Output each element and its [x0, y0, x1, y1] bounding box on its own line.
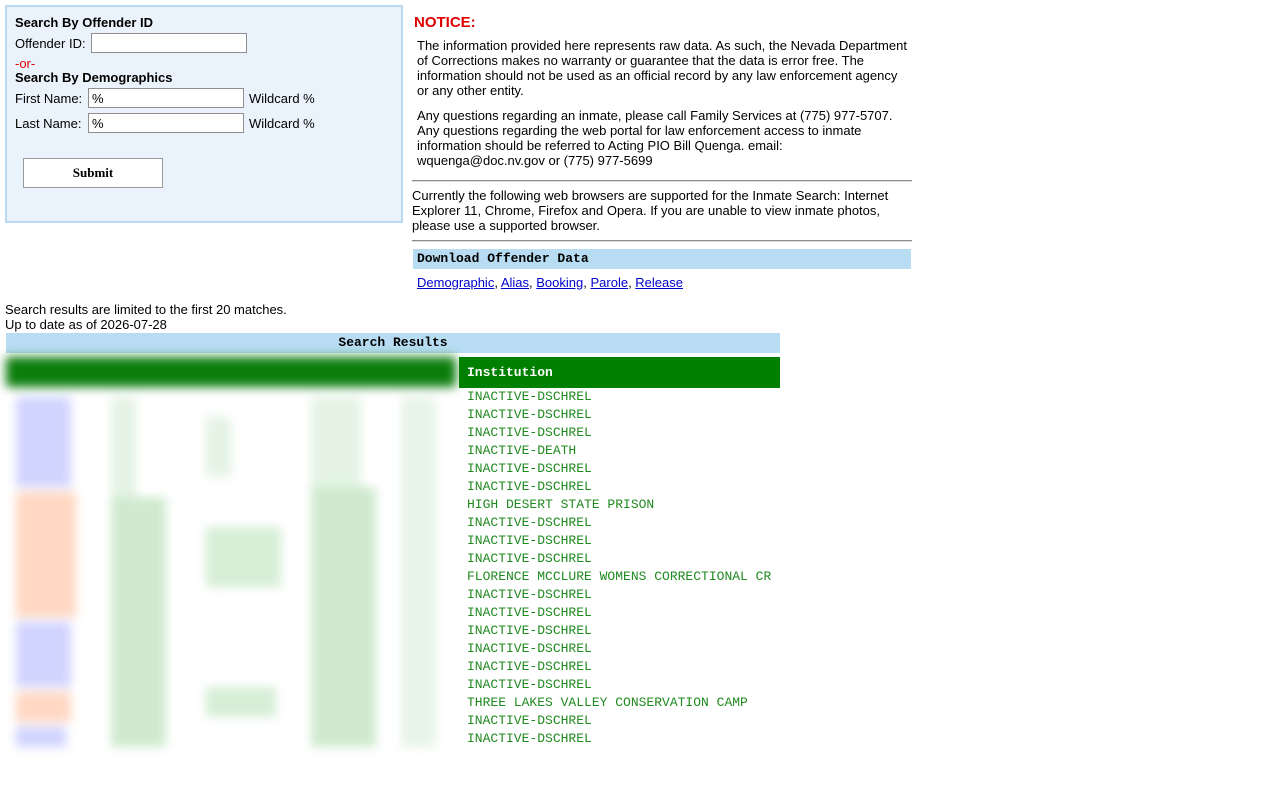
redacted-cell: [16, 727, 66, 747]
redacted-cell: [206, 687, 276, 717]
institution-cell: INACTIVE-DSCHREL: [467, 641, 592, 656]
redacted-cell: [16, 622, 71, 687]
redacted-cell: [111, 397, 136, 497]
demographics-heading: Search By Demographics: [15, 70, 173, 85]
institution-cell: INACTIVE-DSCHREL: [467, 587, 592, 602]
download-release-link[interactable]: Release: [635, 275, 683, 290]
offender-id-label: Offender ID:: [15, 36, 86, 51]
notice-title: NOTICE:: [414, 14, 476, 31]
redacted-cell: [311, 397, 361, 487]
first-name-input[interactable]: [88, 88, 244, 108]
institution-list: INACTIVE-DSCHREL INACTIVE-DSCHREL INACTIVE…: [467, 388, 771, 748]
download-booking-link[interactable]: Booking: [536, 275, 583, 290]
first-name-wildcard-hint: Wildcard %: [249, 91, 315, 106]
institution-cell: FLORENCE MCCLURE WOMENS CORRECTIONAL CR: [467, 569, 772, 584]
institution-cell: INACTIVE-DSCHREL: [467, 515, 592, 530]
download-parole-link[interactable]: Parole: [590, 275, 628, 290]
institution-cell: THREE LAKES VALLEY CONSERVATION CAMP: [467, 695, 748, 710]
institution-cell: INACTIVE-DSCHREL: [467, 731, 592, 746]
redacted-cell: [16, 397, 71, 487]
institution-cell: INACTIVE-DSCHREL: [467, 713, 592, 728]
institution-cell: INACTIVE-DSCHREL: [467, 407, 592, 422]
institution-cell: INACTIVE-DSCHREL: [467, 533, 592, 548]
redacted-cell: [401, 397, 436, 747]
institution-cell: INACTIVE-DSCHREL: [467, 461, 592, 476]
divider: [412, 240, 912, 242]
results-info: Search results are limited to the first …: [5, 302, 287, 332]
redacted-cell: [16, 492, 76, 617]
institution-cell: INACTIVE-DSCHREL: [467, 623, 592, 638]
notice-disclaimer: The information provided here represents…: [417, 38, 907, 98]
institution-cell: HIGH DESERT STATE PRISON: [467, 497, 655, 512]
redacted-cell: [206, 527, 281, 587]
institution-cell: INACTIVE-DSCHREL: [467, 605, 592, 620]
redacted-header: [6, 357, 456, 387]
browser-support-text: Currently the following web browsers are…: [412, 188, 889, 233]
institution-cell: INACTIVE-DSCHREL: [467, 659, 592, 674]
results-updated-text: Up to date as of 2026-07-28: [5, 317, 167, 332]
download-demographic-link[interactable]: Demographic: [417, 275, 494, 290]
institution-cell: INACTIVE-DSCHREL: [467, 677, 592, 692]
search-panel: Search By Offender ID Offender ID: -or- …: [5, 5, 403, 223]
redacted-cell: [206, 417, 231, 477]
offender-id-input[interactable]: [91, 33, 247, 53]
results-limit-text: Search results are limited to the first …: [5, 302, 287, 317]
last-name-input[interactable]: [88, 113, 244, 133]
download-heading: Download Offender Data: [413, 249, 911, 269]
first-name-label: First Name:: [15, 91, 83, 106]
institution-column-header[interactable]: Institution: [459, 357, 780, 388]
offender-id-heading: Search By Offender ID: [15, 15, 153, 30]
redacted-cell: [311, 487, 376, 747]
submit-button[interactable]: Submit: [23, 158, 163, 188]
institution-cell: INACTIVE-DEATH: [467, 443, 577, 458]
last-name-label: Last Name:: [15, 116, 82, 131]
institution-cell: INACTIVE-DSCHREL: [467, 479, 592, 494]
download-links: Demographic, Alias, Booking, Parole, Rel…: [417, 275, 683, 290]
divider: [412, 180, 912, 182]
results-heading: Search Results: [6, 333, 780, 353]
redacted-cell: [16, 692, 71, 722]
or-separator: -or-: [15, 56, 36, 71]
institution-cell: INACTIVE-DSCHREL: [467, 551, 592, 566]
last-name-wildcard-hint: Wildcard %: [249, 116, 315, 131]
download-alias-link[interactable]: Alias: [501, 275, 529, 290]
institution-cell: INACTIVE-DSCHREL: [467, 425, 592, 440]
institution-cell: INACTIVE-DSCHREL: [467, 389, 592, 404]
notice-contact: Any questions regarding an inmate, pleas…: [417, 108, 893, 168]
redacted-results-columns: [6, 357, 456, 752]
redacted-cell: [111, 497, 166, 747]
